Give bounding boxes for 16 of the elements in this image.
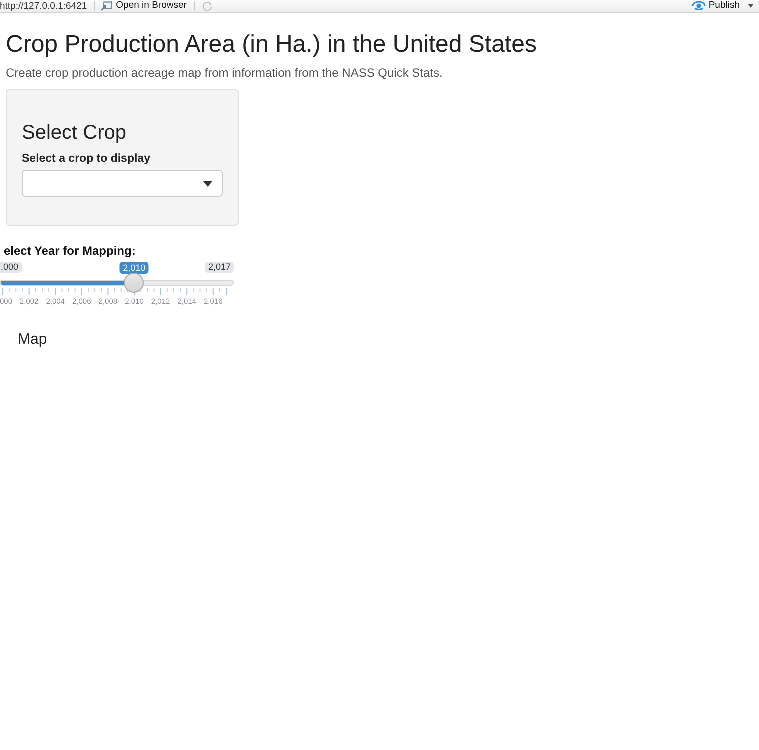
dropdown-label: Select a crop to display [22, 152, 152, 166]
caret-icon [203, 181, 213, 187]
page-title: Crop Production Area (in Ha.) in the United States [6, 31, 538, 59]
slider-handle[interactable] [124, 273, 144, 293]
open-in-browser-button[interactable]: Open in Browser [101, 0, 187, 12]
min-label: ,000 [0, 262, 22, 273]
map-heading: Map [18, 331, 48, 349]
url-text: http://127.0.0.1:6421 [0, 0, 88, 12]
publish-button[interactable]: Publish [692, 0, 740, 12]
panel-heading: Select Crop [22, 121, 128, 145]
page-subtitle: Create crop production acreage map from information from the NASS Quick Stats. [6, 65, 444, 81]
publish-icon [692, 1, 706, 11]
value-label: 2,010 [120, 262, 149, 274]
max-label: 2,017 [205, 262, 234, 273]
slider-label: elect Year for Mapping: [3, 244, 137, 258]
caret-icon[interactable] [748, 4, 754, 8]
